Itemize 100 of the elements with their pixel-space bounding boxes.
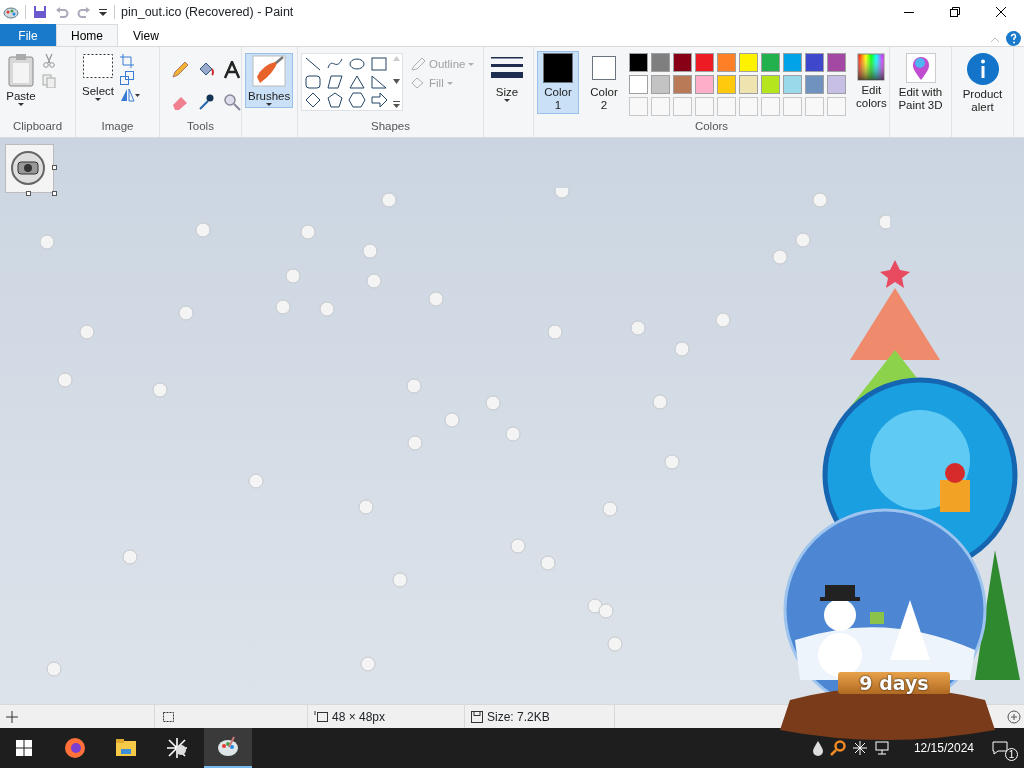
droplet-icon[interactable]: [811, 740, 824, 756]
right-arrow-shape-icon[interactable]: [370, 92, 388, 108]
color-swatch[interactable]: [695, 75, 714, 94]
hexagon-shape-icon[interactable]: [348, 92, 366, 108]
paste-button[interactable]: Paste: [3, 51, 39, 108]
rounded-rectangle-shape-icon[interactable]: [304, 74, 322, 90]
magnifier-icon[interactable]: [223, 93, 241, 112]
caret-icon: [95, 98, 101, 101]
ribbon-tab[interactable]: Home: [56, 24, 118, 46]
ribbon-tab[interactable]: View: [118, 24, 174, 46]
scroll-down-icon[interactable]: [393, 78, 400, 84]
empty-color-slot[interactable]: [827, 97, 846, 116]
polygon-shape-icon[interactable]: [326, 74, 344, 90]
color-swatch[interactable]: [651, 75, 670, 94]
color-swatch[interactable]: [783, 75, 802, 94]
color-swatch[interactable]: [761, 75, 780, 94]
empty-color-slot[interactable]: [783, 97, 802, 116]
caret-icon: [266, 103, 273, 106]
group-label: Tools: [186, 118, 215, 134]
size-button[interactable]: Size: [487, 51, 527, 104]
caret-icon: [446, 81, 453, 85]
pentagon-shape-icon[interactable]: [326, 92, 344, 108]
edit-with-paint-3d-button[interactable]: Edit with Paint 3D: [893, 51, 948, 114]
color-swatch[interactable]: [717, 75, 736, 94]
color-picker-icon[interactable]: [197, 93, 215, 112]
resize-handle[interactable]: [52, 191, 57, 196]
expand-gallery-icon[interactable]: [393, 101, 400, 108]
notification-button[interactable]: 1: [992, 735, 1018, 761]
empty-color-slot[interactable]: [651, 97, 670, 116]
network-icon[interactable]: [873, 740, 890, 756]
redo-icon[interactable]: [76, 4, 92, 20]
image-dimensions: 48 × 48px: [332, 708, 386, 726]
empty-color-slot[interactable]: [717, 97, 736, 116]
color-swatch[interactable]: [651, 53, 670, 72]
save-icon[interactable]: [32, 4, 48, 20]
group-label: Clipboard: [11, 118, 64, 134]
copy-icon[interactable]: [42, 74, 56, 88]
canvas-size-icon: [314, 710, 328, 723]
window-title: pin_out.ico (Recovered) - Paint: [121, 3, 294, 21]
help-icon[interactable]: [1006, 31, 1021, 46]
group-label: Colors: [693, 118, 730, 134]
crop-icon[interactable]: [120, 54, 134, 68]
caret-icon: [504, 99, 510, 102]
color-swatch[interactable]: [629, 75, 648, 94]
magnifier-icon[interactable]: [829, 740, 846, 756]
notification-count: 1: [1005, 748, 1018, 761]
color-swatch[interactable]: [739, 75, 758, 94]
color-swatch[interactable]: [827, 53, 846, 72]
group-label: Image: [100, 118, 135, 134]
color-swatch[interactable]: [761, 53, 780, 72]
color-selector[interactable]: Color 1: [537, 51, 579, 114]
taskbar-date[interactable]: 12/15/2024: [913, 739, 974, 757]
pencil-icon[interactable]: [171, 61, 189, 79]
color-selector[interactable]: Color 2: [583, 51, 625, 114]
color-swatch[interactable]: [673, 75, 692, 94]
select-button[interactable]: Select: [79, 51, 117, 103]
triangle-shape-icon[interactable]: [348, 74, 366, 90]
restore-icon: [950, 7, 960, 17]
empty-color-slot[interactable]: [761, 97, 780, 116]
empty-color-slot[interactable]: [673, 97, 692, 116]
line-shape-icon[interactable]: [304, 56, 322, 72]
color-swatch[interactable]: [805, 53, 824, 72]
resize-handle[interactable]: [52, 165, 57, 170]
pencil-icon: [410, 57, 426, 71]
color-swatch[interactable]: [673, 53, 692, 72]
message-icon: [992, 741, 1008, 755]
taskbar-app-button[interactable]: [204, 728, 252, 768]
ribbon-tab[interactable]: File: [0, 24, 56, 46]
color-swatch[interactable]: [695, 53, 714, 72]
empty-color-slot[interactable]: [739, 97, 758, 116]
color-swatch[interactable]: [805, 75, 824, 94]
resize-icon[interactable]: [120, 71, 134, 85]
countdown-label: 9 days: [838, 672, 950, 694]
text-icon[interactable]: [223, 61, 241, 79]
empty-color-slot[interactable]: [695, 97, 714, 116]
color-swatch[interactable]: [783, 53, 802, 72]
product-alert-button[interactable]: Product alert: [955, 51, 1010, 116]
color-swatch[interactable]: [717, 53, 736, 72]
brush-icon: [252, 55, 287, 87]
file-size: Size: 7.2KB: [487, 708, 550, 726]
diamond-shape-icon[interactable]: [304, 92, 322, 108]
starburst-icon: [165, 736, 189, 760]
color-swatch[interactable]: [827, 75, 846, 94]
brushes-button[interactable]: Brushes: [245, 53, 294, 108]
right-triangle-shape-icon[interactable]: [370, 74, 388, 90]
image-thumbnail: [5, 144, 54, 193]
selection-icon: [82, 53, 114, 79]
resize-handle[interactable]: [26, 191, 31, 196]
color-swatch[interactable]: [629, 53, 648, 72]
firefox-icon: [63, 736, 87, 760]
empty-color-slot[interactable]: [805, 97, 824, 116]
undo-icon[interactable]: [54, 4, 70, 20]
info-icon: [966, 53, 999, 85]
empty-color-slot[interactable]: [629, 97, 648, 116]
oval-shape-icon[interactable]: [348, 56, 366, 72]
zoom-in-icon[interactable]: [1007, 709, 1021, 724]
color-swatch[interactable]: [739, 53, 758, 72]
asterisk-icon[interactable]: [851, 740, 868, 756]
scissors-icon[interactable]: [42, 54, 56, 68]
edit-colors-button[interactable]: Edit colors: [853, 51, 890, 112]
